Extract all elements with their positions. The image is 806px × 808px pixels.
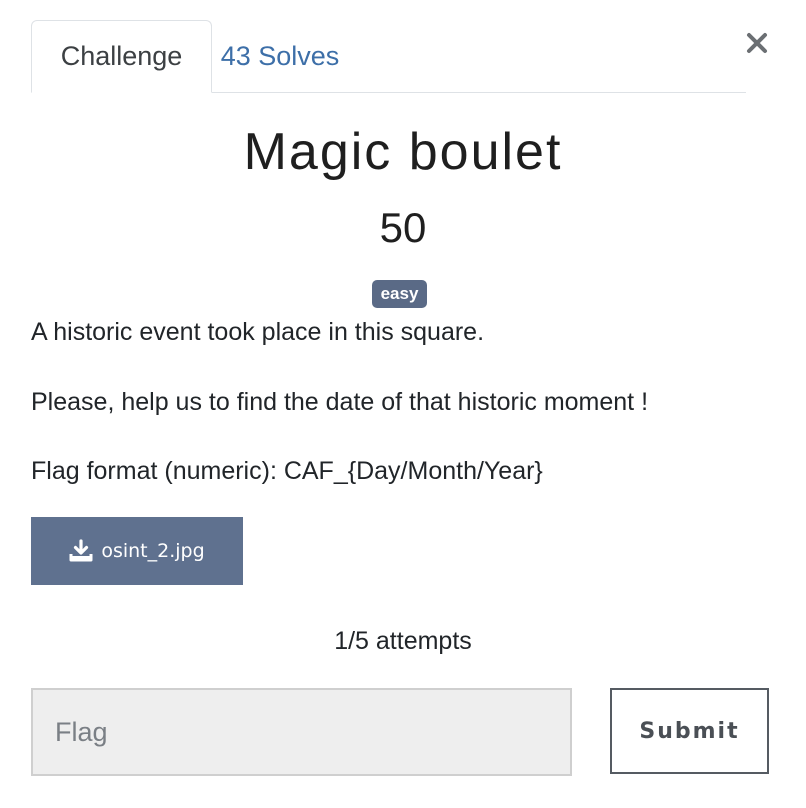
difficulty-badge-label: easy [380, 284, 419, 303]
submit-button[interactable]: Submit [610, 688, 769, 774]
challenge-tabs: Challenge 43 Solves [31, 20, 746, 93]
tab-challenge-label: Challenge [60, 41, 183, 71]
tab-solves[interactable]: 43 Solves [212, 20, 348, 92]
challenge-points: 50 [379, 204, 427, 251]
description-line: Please, help us to find the date of that… [31, 388, 649, 416]
tab-challenge[interactable]: Challenge [31, 20, 212, 93]
description-line: A historic event took place in this squa… [31, 318, 485, 346]
flag-input[interactable] [31, 688, 572, 776]
attempts-counter: 1/5 attempts [334, 627, 472, 655]
download-file-label: osint_2.jpg [101, 540, 205, 562]
tab-solves-label: 43 Solves [220, 40, 340, 71]
challenge-title: Magic boulet [243, 123, 563, 181]
download-file-button[interactable]: osint_2.jpg [31, 517, 243, 585]
close-button[interactable] [740, 26, 774, 60]
close-icon [747, 33, 767, 53]
download-icon [69, 539, 93, 563]
difficulty-badge: easy [372, 280, 427, 308]
flag-format-line: Flag format (numeric): CAF_{Day/Month/Ye… [31, 457, 543, 485]
